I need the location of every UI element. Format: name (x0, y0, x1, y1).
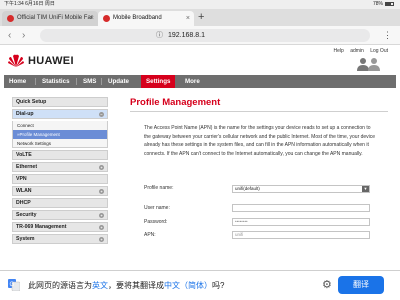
collapse-icon: − (99, 112, 104, 117)
password-label: Password: (144, 219, 168, 225)
help-link[interactable]: Help (334, 48, 344, 54)
username-field[interactable] (232, 204, 370, 212)
sidebar-subitem-network-settings[interactable]: Network Settings (12, 139, 108, 148)
apn-field[interactable]: unifi (232, 231, 370, 239)
sidebar-item-dialup[interactable]: Dial-up − (12, 109, 108, 119)
nav-home[interactable]: Home (4, 75, 31, 88)
page-title: Profile Management (130, 97, 388, 112)
sidebar-subitem-connect[interactable]: Connect (12, 121, 108, 130)
status-bar: 下午1:34 6月16日 周日 78% (0, 0, 400, 9)
brand-name: HUAWEI (28, 55, 74, 67)
profile-name-select[interactable]: unifi(default) ▼ (232, 185, 370, 193)
main-content: Profile Management The Access Point Name… (130, 97, 388, 158)
sidebar-item-dhcp[interactable]: DHCP (12, 198, 108, 208)
google-translate-icon: G (8, 279, 20, 291)
url-text: 192.168.8.1 (168, 32, 205, 39)
battery-icon (385, 2, 394, 6)
svg-text:G: G (10, 282, 15, 288)
sidebar-item-system[interactable]: System + (12, 234, 108, 244)
admin-label: admin (350, 48, 364, 54)
nav-more[interactable]: More (180, 75, 205, 88)
new-tab-button[interactable]: + (198, 9, 204, 26)
apn-label: APN: (144, 232, 156, 238)
close-tab-icon[interactable]: × (90, 11, 94, 26)
sidebar-item-volte[interactable]: VoLTE (12, 150, 108, 160)
web-page: HUAWEI Help admin Log Out Home Statistic… (0, 45, 400, 298)
tab-mobile-broadband[interactable]: Mobile Broadband × (98, 11, 194, 26)
translate-prompt: 此网页的源语言为英文，要将其翻译成中文（简体）吗? (28, 281, 225, 290)
expand-icon: + (99, 165, 104, 170)
profile-name-label: Profile name: (144, 185, 174, 191)
gear-icon[interactable]: ⚙ (322, 278, 332, 291)
nav-update[interactable]: Update (103, 75, 134, 88)
address-bar: ‹ › ⓘ 192.168.8.1 ⋮ (0, 26, 400, 45)
info-icon[interactable]: ⓘ (156, 29, 163, 42)
translate-button[interactable]: 翻译 (338, 276, 384, 294)
expand-icon: + (99, 213, 104, 218)
back-button[interactable]: ‹ (8, 26, 11, 45)
sidebar-item-security[interactable]: Security + (12, 210, 108, 220)
sidebar-subitem-profile-management[interactable]: »Profile Management (12, 130, 108, 139)
huawei-favicon-icon (7, 15, 14, 22)
username-label: User name: (144, 205, 170, 211)
translate-bar: G 此网页的源语言为英文，要将其翻译成中文（简体）吗? ⚙ 翻译 (0, 270, 400, 300)
close-tab-icon[interactable]: × (186, 11, 190, 26)
huawei-flower-icon (8, 54, 24, 67)
chevron-down-icon: ▼ (362, 186, 369, 192)
tab-title: Mobile Broadband (113, 15, 162, 21)
status-battery: 78% (373, 0, 394, 9)
tab-tim-unifi[interactable]: Official TIM UniFi Mobile Far × (2, 11, 98, 26)
sidebar-item-tr069[interactable]: TR-069 Management + (12, 222, 108, 232)
header-links: Help admin Log Out (329, 48, 389, 54)
status-time: 下午1:34 6月16日 周日 (4, 1, 55, 7)
huawei-favicon-icon (103, 15, 110, 22)
expand-icon: + (99, 225, 104, 230)
password-field[interactable]: •••••••• (232, 218, 370, 226)
apn-description: The Access Point Name (APN) is the name … (144, 125, 376, 157)
sidebar-item-quick-setup[interactable]: Quick Setup (12, 97, 108, 107)
nav-sms[interactable]: SMS (78, 75, 101, 88)
logout-link[interactable]: Log Out (370, 48, 388, 54)
source-language-link[interactable]: 英文 (92, 281, 108, 290)
main-nav: Home Statistics SMS Update Settings More (4, 75, 396, 88)
sidebar-item-wlan[interactable]: WLAN + (12, 186, 108, 196)
users-icon (357, 58, 380, 71)
tab-title: Official TIM UniFi Mobile Far (17, 15, 93, 21)
browser-menu-icon[interactable]: ⋮ (383, 26, 392, 45)
sidebar-item-ethernet[interactable]: Ethernet + (12, 162, 108, 172)
target-language-link[interactable]: 中文（简体） (164, 281, 212, 290)
sidebar: Quick Setup Dial-up − Connect »Profile Ma… (12, 97, 108, 246)
url-field[interactable]: ⓘ 192.168.8.1 (40, 29, 370, 42)
forward-button[interactable]: › (22, 26, 25, 45)
expand-icon: + (99, 189, 104, 194)
sidebar-item-vpn[interactable]: VPN (12, 174, 108, 184)
nav-settings[interactable]: Settings (141, 75, 176, 88)
nav-statistics[interactable]: Statistics (37, 75, 75, 88)
expand-icon: + (99, 237, 104, 242)
